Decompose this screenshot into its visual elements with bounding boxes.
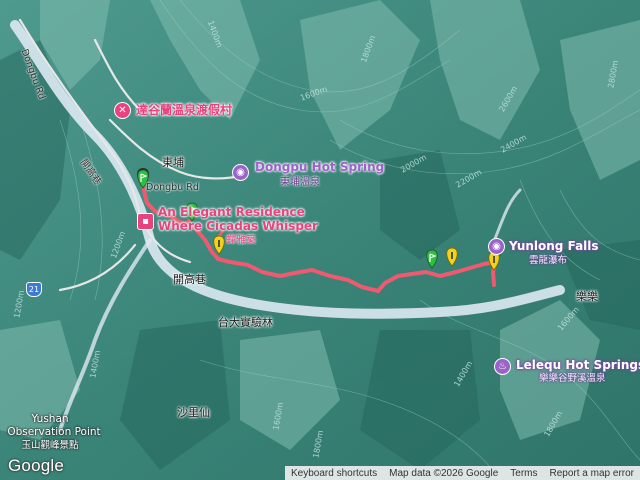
yushan-obs-sub-label: 玉山觀峰景點 (21, 440, 79, 451)
place-kaigao-lane: 開高巷 (173, 273, 206, 286)
yushan-obs-label-line1[interactable]: Yushan (0, 413, 100, 426)
place-taida-forest: 台大實驗林 (218, 316, 273, 329)
resort-label[interactable]: 達谷蘭溫泉渡假村 (136, 103, 232, 117)
dongpu-hot-spring-label[interactable]: Dongpu Hot Spring (255, 160, 384, 174)
place-shalixian: 沙里仙 (177, 406, 210, 419)
place-lele: 樂樂 (576, 290, 598, 303)
hotel-icon[interactable]: ▪ (137, 213, 154, 230)
yunlong-falls-sub-label: 雲龍瀑布 (529, 255, 568, 266)
place-dongpu: 東埔 (162, 156, 184, 169)
camera-icon[interactable]: ◉ (488, 238, 505, 255)
terms-link[interactable]: Terms (504, 468, 543, 479)
route-shield-icon: 21 (26, 282, 42, 297)
resort-icon[interactable]: ✕ (114, 102, 131, 119)
lelequ-sub-label: 樂樂谷野溪溫泉 (539, 373, 606, 384)
residence-label-line1[interactable]: An Elegant Residence (158, 205, 305, 219)
map-data-link[interactable]: Map data ©2026 Google (383, 468, 504, 479)
dongpu-hot-spring-sub-label: 東埔溫泉 (280, 177, 320, 188)
attribution-bar: Keyboard shortcuts Map data ©2026 Google… (284, 466, 640, 480)
camera-icon[interactable]: ◉ (232, 164, 249, 181)
keyboard-shortcuts-link[interactable]: Keyboard shortcuts (285, 468, 383, 479)
yushan-obs-label-line2[interactable]: Observation Point (0, 426, 108, 439)
google-logo: Google (8, 456, 65, 475)
hot-spring-icon[interactable]: ♨ (494, 358, 511, 375)
residence-sub-label: 蟬雅築 (226, 235, 256, 246)
report-error-link[interactable]: Report a map error (544, 468, 640, 479)
lelequ-label[interactable]: Lelequ Hot Springs (516, 358, 640, 372)
residence-label-line2[interactable]: Where Cicadas Whisper (158, 219, 318, 233)
road-dongbu-mid: Dongbu Rd (146, 182, 199, 193)
yunlong-falls-label[interactable]: Yunlong Falls (509, 239, 599, 253)
